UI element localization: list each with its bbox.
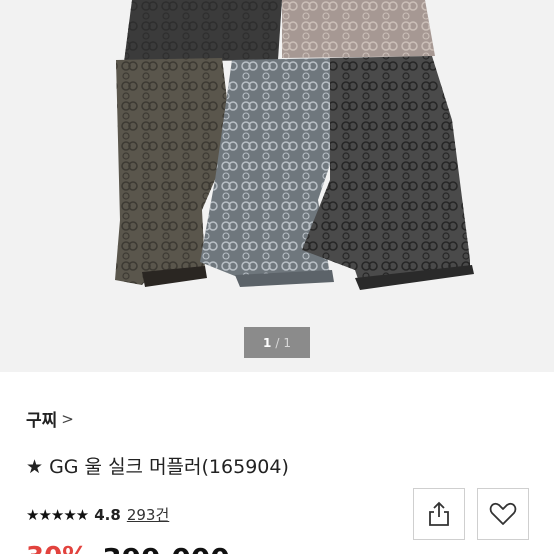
brand-link[interactable]: 구찌 > <box>26 406 74 432</box>
chevron-right-icon: > <box>61 409 74 428</box>
wishlist-button[interactable] <box>477 488 529 540</box>
product-rating: ★★★★★ 4.8 293건 <box>26 504 169 525</box>
pager-separator: / <box>275 335 280 350</box>
rating-score: 4.8 <box>94 505 121 524</box>
price-row: 30% 399,000 <box>26 542 230 554</box>
review-count-link[interactable]: 293건 <box>127 504 169 525</box>
rating-stars: ★★★★★ <box>26 505 89 524</box>
heart-icon <box>489 502 517 525</box>
product-image-gallery[interactable]: 1 / 1 <box>0 0 554 372</box>
share-icon <box>429 501 449 526</box>
pager-total: 1 <box>283 335 292 350</box>
product-image <box>115 0 474 290</box>
share-button[interactable] <box>413 488 465 540</box>
image-pager: 1 / 1 <box>244 327 310 358</box>
sale-price: 399,000 <box>102 542 230 554</box>
product-title: ★ GG 울 실크 머플러(165904) <box>26 456 289 478</box>
pager-current: 1 <box>262 335 272 350</box>
brand-name: 구찌 <box>26 411 58 431</box>
discount-rate: 30% <box>26 542 88 554</box>
